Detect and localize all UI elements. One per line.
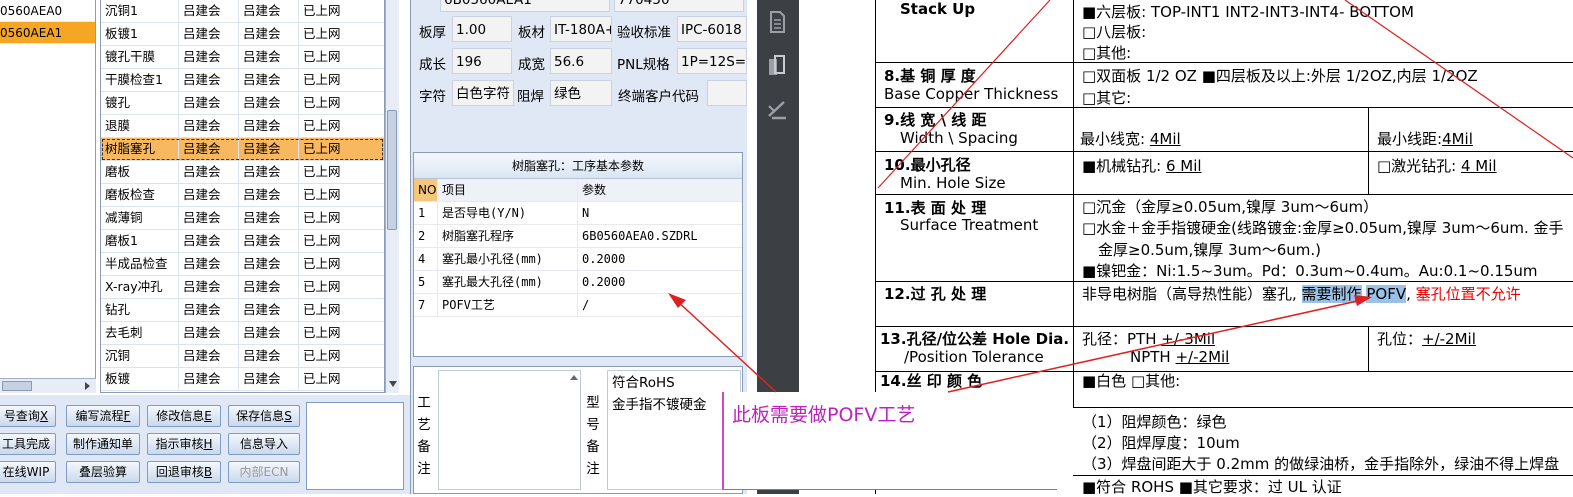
annotation-lines [668,0,1573,393]
